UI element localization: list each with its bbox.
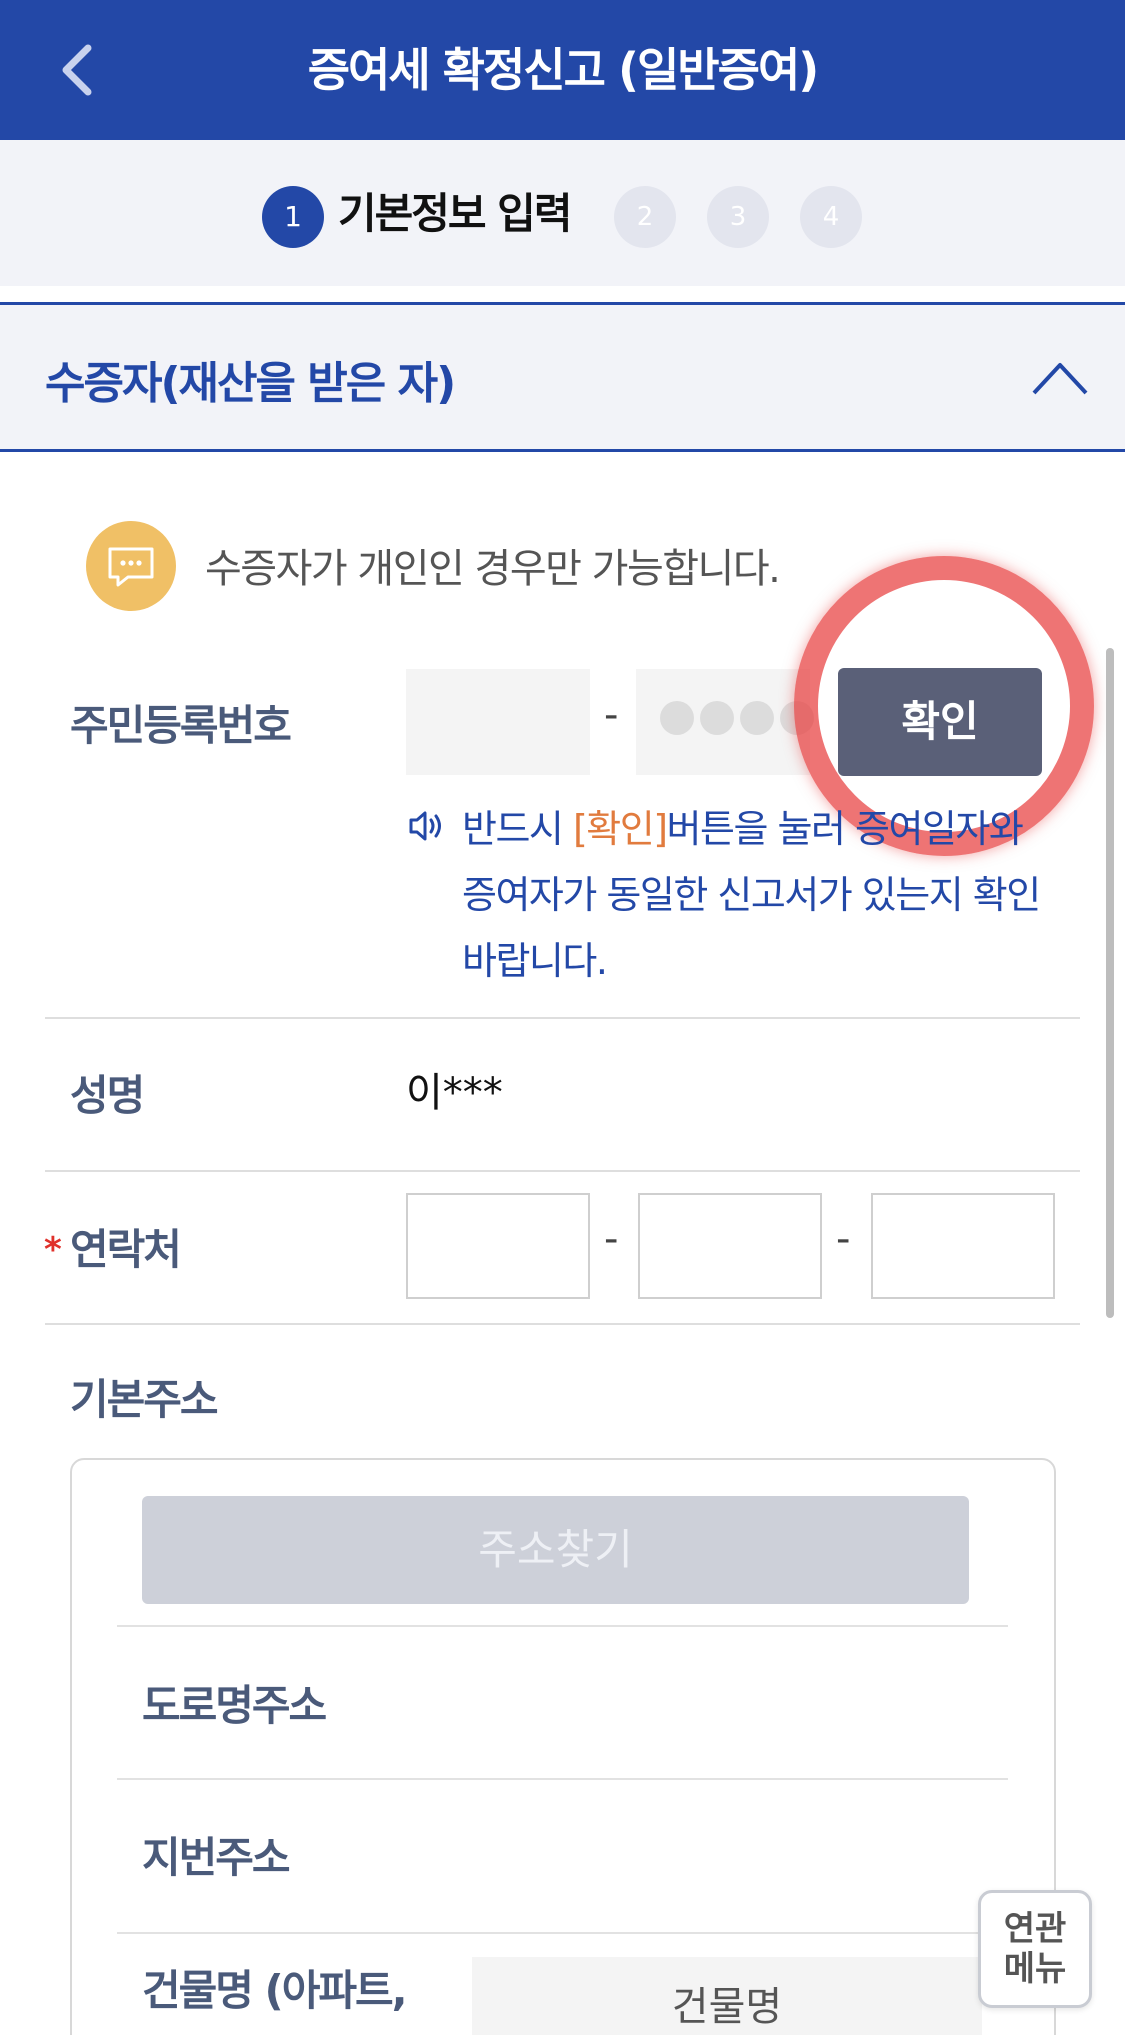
recipient-section-header[interactable]: 수증자(재산을 받은 자) — [0, 302, 1125, 452]
phone-field-3[interactable] — [871, 1193, 1055, 1299]
divider — [117, 1625, 1008, 1627]
ssn-label: 주민등록번호 — [70, 701, 292, 750]
ssn-dash: - — [604, 692, 619, 738]
divider — [117, 1932, 1008, 1934]
notice-text-pre: 반드시 — [462, 807, 573, 851]
building-name-label: 건물명 (아파트, 상가) — [142, 1966, 408, 2035]
divider — [117, 1778, 1008, 1780]
mask-dot — [700, 701, 734, 735]
required-mark: * — [44, 1230, 62, 1270]
mask-dot — [780, 701, 814, 735]
phone-field-1[interactable] — [406, 1193, 590, 1299]
phone-dash: - — [604, 1216, 619, 1262]
mask-dot — [740, 701, 774, 735]
divider — [45, 1170, 1080, 1172]
address-label: 기본주소 — [70, 1375, 219, 1424]
info-text: 수증자가 개인인 경우만 가능합니다. — [205, 546, 781, 592]
divider — [45, 1017, 1080, 1019]
building-name-input[interactable]: 건물명 — [472, 1957, 982, 2035]
scrollbar[interactable] — [1106, 648, 1114, 1318]
step-2-badge: 2 — [614, 186, 676, 248]
app-header: 증여세 확정신고 (일반증여) — [0, 0, 1125, 140]
page-title: 증여세 확정신고 (일반증여) — [307, 43, 820, 97]
step-1-label: 기본정보 입력 — [338, 189, 572, 238]
divider — [45, 1323, 1080, 1325]
chevron-up-icon[interactable] — [1030, 355, 1090, 399]
notice-highlight: [확인] — [572, 807, 668, 851]
phone-dash: - — [836, 1216, 851, 1262]
name-value: 이*** — [406, 1070, 503, 1116]
phone-label: 연락처 — [70, 1225, 182, 1274]
lot-address-label: 지번주소 — [142, 1833, 291, 1882]
step-4-badge: 4 — [800, 186, 862, 248]
step-1-badge: 1 — [262, 186, 324, 248]
ssn-front-field[interactable] — [406, 669, 590, 775]
confirm-notice: 반드시 [확인]버튼을 눌러 증여일자와 증여자가 동일한 신고서가 있는지 확… — [462, 796, 1062, 994]
phone-field-2[interactable] — [638, 1193, 822, 1299]
speech-bubble-icon — [86, 521, 176, 611]
name-label: 성명 — [70, 1071, 145, 1120]
ssn-confirm-button[interactable]: 확인 — [838, 668, 1042, 776]
speaker-icon — [409, 811, 441, 841]
mask-dot — [660, 701, 694, 735]
address-search-button[interactable]: 주소찾기 — [142, 1496, 969, 1604]
section-title: 수증자(재산을 받은 자) — [45, 358, 456, 409]
related-menu-line1: 연관 — [1003, 1909, 1067, 1949]
road-address-label: 도로명주소 — [142, 1681, 327, 1730]
related-menu-button[interactable]: 연관 메뉴 — [978, 1890, 1092, 2008]
related-menu-line2: 메뉴 — [1003, 1949, 1067, 1989]
step-3-badge: 3 — [707, 186, 769, 248]
